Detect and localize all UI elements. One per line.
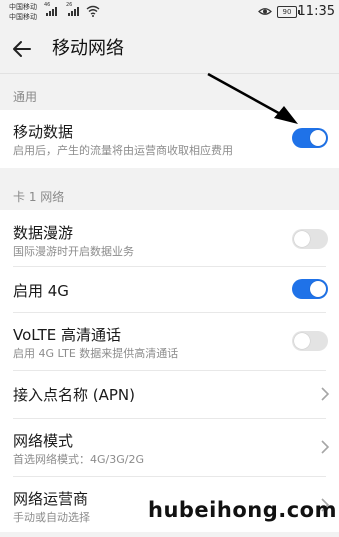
battery-level: 90 xyxy=(282,8,292,16)
signal-2-tag: 26 xyxy=(66,2,73,8)
sim1-card: 数据漫游 国际漫游时开启数据业务 启用 4G VoLTE 高清通话 启用 4G … xyxy=(0,210,339,532)
title-bar: 移动网络 xyxy=(0,26,339,72)
carrier-1-label: 中国移动 xyxy=(9,3,37,11)
operator-title: 网络运营商 xyxy=(13,490,89,508)
network-mode-title: 网络模式 xyxy=(13,432,74,450)
enable-4g-title: 启用 4G xyxy=(13,282,69,300)
page-title: 移动网络 xyxy=(52,38,124,59)
roaming-subtitle: 国际漫游时开启数据业务 xyxy=(13,245,134,258)
annotation-arrow-icon xyxy=(207,72,298,124)
watermark: hubeihong.com xyxy=(148,498,337,522)
mobile-data-subtitle: 启用后，产生的流量将由运营商收取相应费用 xyxy=(13,144,233,157)
volte-subtitle: 启用 4G LTE 数据来提供高清通话 xyxy=(13,347,179,360)
back-arrow-icon[interactable] xyxy=(10,37,34,61)
mobile-data-toggle[interactable] xyxy=(292,128,328,148)
roaming-title: 数据漫游 xyxy=(13,224,74,242)
apn-title: 接入点名称 (APN) xyxy=(13,386,136,404)
wifi-icon xyxy=(86,5,100,17)
network-mode-row[interactable]: 网络模式 首选网络模式：4G/3G/2G xyxy=(0,419,339,475)
roaming-toggle[interactable] xyxy=(292,229,328,249)
section-sim1-title: 卡 1 网络 xyxy=(13,190,65,204)
operator-subtitle: 手动或自动选择 xyxy=(13,511,90,524)
carrier-2-label: 中国移动 xyxy=(9,13,37,21)
battery-icon: 90 xyxy=(277,6,300,18)
enable-4g-toggle[interactable] xyxy=(292,279,328,299)
volte-title: VoLTE 高清通话 xyxy=(13,326,121,344)
signal-2-icon: 26 xyxy=(66,2,79,16)
roaming-row[interactable]: 数据漫游 国际漫游时开启数据业务 xyxy=(0,210,339,266)
volte-row[interactable]: VoLTE 高清通话 启用 4G LTE 数据来提供高清通话 xyxy=(0,313,339,369)
eye-comfort-icon xyxy=(258,8,272,15)
status-time: 11:35 xyxy=(297,4,335,19)
network-mode-subtitle: 首选网络模式：4G/3G/2G xyxy=(13,453,144,466)
status-bar: 中国移动 中国移动 46 26 90 11:35 xyxy=(0,0,339,26)
volte-toggle[interactable] xyxy=(292,331,328,351)
apn-row[interactable]: 接入点名称 (APN) xyxy=(0,371,339,417)
signal-1-tag: 46 xyxy=(44,2,51,8)
chevron-right-icon xyxy=(321,387,330,401)
section-general-title: 通用 xyxy=(13,90,38,104)
mobile-data-title: 移动数据 xyxy=(13,123,74,141)
enable-4g-row[interactable]: 启用 4G xyxy=(0,267,339,311)
signal-1-icon: 46 xyxy=(44,2,57,16)
chevron-right-icon xyxy=(321,440,330,454)
